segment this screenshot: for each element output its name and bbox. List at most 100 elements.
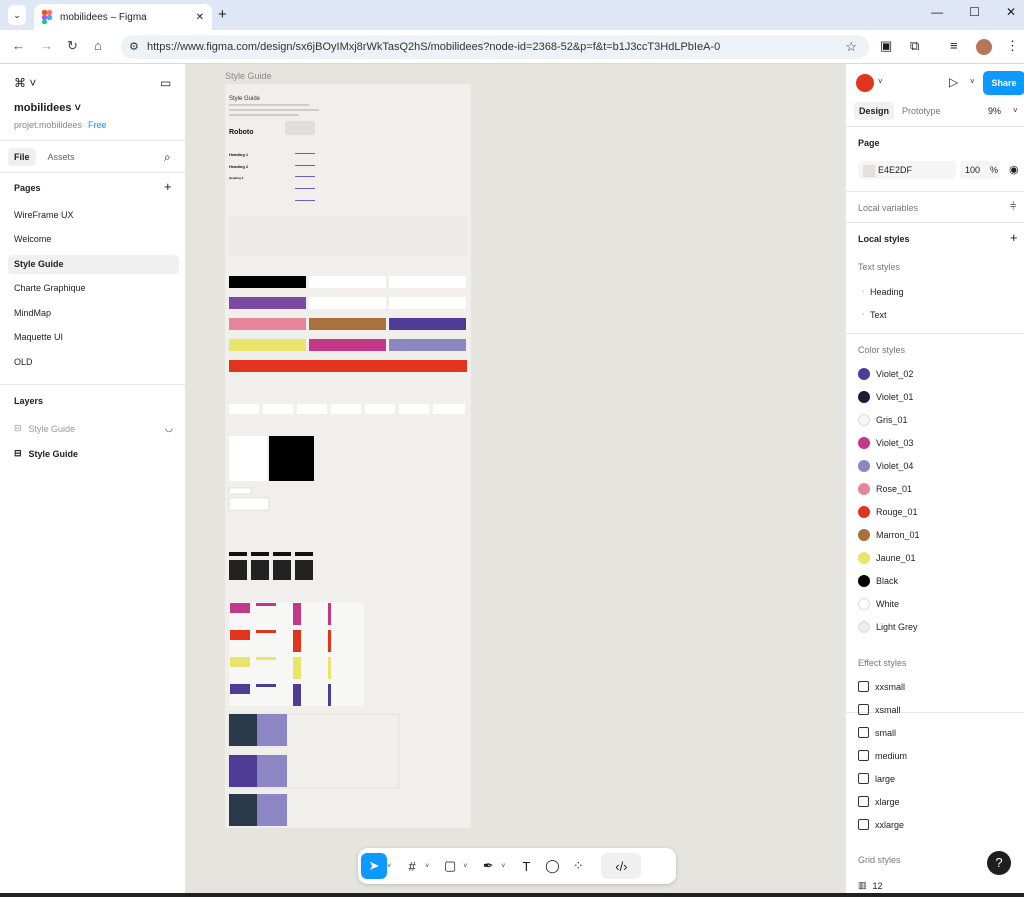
- canvas[interactable]: Style Guide Style Guide Roboto Heading 1…: [186, 64, 845, 893]
- grid-style-item[interactable]: ▥ 12: [858, 880, 883, 891]
- effect-style-item[interactable]: xxlarge: [858, 819, 904, 830]
- url-field[interactable]: ⚙ https://www.figma.com/design/sx6jBOyIM…: [121, 35, 869, 59]
- effect-style-name: xlarge: [875, 796, 900, 807]
- dev-mode-toggle[interactable]: ‹/›: [601, 853, 642, 879]
- color-style-item[interactable]: Violet_01: [858, 391, 913, 403]
- close-window-icon[interactable]: ✕: [1006, 5, 1016, 19]
- color-style-name: Jaune_01: [876, 553, 916, 563]
- color-style-item[interactable]: Violet_02: [858, 368, 913, 380]
- divider: [846, 191, 1024, 192]
- browser-tab[interactable]: mobilidees – Figma ✕: [34, 4, 212, 30]
- project-name[interactable]: mobilidees ˅: [14, 102, 81, 114]
- avatar[interactable]: [976, 39, 992, 55]
- move-tool-icon[interactable]: ➤: [361, 853, 387, 879]
- bookmark-star-icon[interactable]: ☆: [845, 39, 857, 55]
- frame-content: Style Guide Roboto Heading 1 Heading 2 H…: [228, 96, 467, 826]
- frame-label[interactable]: Style Guide: [225, 71, 272, 81]
- page-item[interactable]: Charte Graphique: [8, 279, 179, 298]
- forward-icon[interactable]: →: [40, 38, 53, 53]
- left-sidebar: ⌘ ˅ ▭ mobilidees ˅ projet.mobilidees Free…: [0, 64, 186, 893]
- text-style-item[interactable]: › Text: [862, 310, 887, 320]
- color-style-item[interactable]: Jaune_01: [858, 552, 916, 564]
- variables-icon[interactable]: ⫩: [1010, 201, 1016, 214]
- color-style-item[interactable]: Violet_03: [858, 437, 913, 449]
- tab-list-button[interactable]: ⌄: [8, 5, 26, 25]
- chevron-down-icon[interactable]: ˅: [1013, 106, 1018, 115]
- page-item[interactable]: MindMap: [8, 304, 179, 323]
- frame-icon: ⊟: [14, 423, 22, 433]
- tab-design[interactable]: Design: [854, 102, 895, 120]
- color-swatch: [858, 460, 870, 472]
- page-title: Page: [858, 138, 880, 148]
- page-item[interactable]: Welcome: [8, 230, 179, 249]
- rectangle-tool-icon[interactable]: ▢: [437, 853, 463, 879]
- new-tab-icon[interactable]: +: [218, 6, 227, 23]
- tab-prototype[interactable]: Prototype: [902, 106, 941, 116]
- effect-icon: [858, 727, 869, 738]
- add-style-icon[interactable]: +: [1010, 230, 1018, 245]
- color-style-item[interactable]: Rouge_01: [858, 506, 918, 518]
- color-style-item[interactable]: Marron_01: [858, 529, 920, 541]
- effect-style-item[interactable]: xlarge: [858, 796, 900, 807]
- reload-icon[interactable]: ↻: [67, 38, 78, 54]
- hidden-eye-icon[interactable]: ◡: [165, 423, 173, 434]
- color-style-name: Gris_01: [876, 415, 908, 425]
- effect-style-item[interactable]: xxsmall: [858, 681, 905, 692]
- effect-style-item[interactable]: medium: [858, 750, 907, 761]
- style-guide-frame[interactable]: Style Guide Roboto Heading 1 Heading 2 H…: [225, 84, 471, 828]
- effect-icon: [858, 681, 869, 692]
- effect-style-name: small: [875, 727, 897, 738]
- effect-style-item[interactable]: small: [858, 727, 896, 738]
- color-style-item[interactable]: Violet_04: [858, 460, 913, 472]
- effect-style-item[interactable]: xsmall: [858, 704, 901, 715]
- effect-style-item[interactable]: large: [858, 773, 895, 784]
- heading-sample: Heading 3: [229, 176, 244, 180]
- home-icon[interactable]: ⌂: [94, 38, 102, 53]
- help-button[interactable]: ?: [987, 851, 1011, 875]
- local-variables-label[interactable]: Local variables: [858, 203, 918, 213]
- search-icon[interactable]: ⌕: [164, 150, 171, 165]
- text-style-item[interactable]: › Heading: [862, 287, 904, 297]
- tab-assets[interactable]: Assets: [42, 148, 81, 166]
- chevron-down-icon[interactable]: ˅: [970, 77, 975, 86]
- color-style-item[interactable]: Rose_01: [858, 483, 912, 495]
- share-button[interactable]: Share: [983, 71, 1024, 95]
- close-tab-icon[interactable]: ✕: [196, 12, 204, 23]
- color-style-item[interactable]: Black: [858, 575, 898, 587]
- chevron-down-icon[interactable]: ˅: [878, 77, 883, 86]
- color-swatch: [858, 437, 870, 449]
- page-item[interactable]: WireFrame UX: [8, 206, 179, 225]
- layer-item[interactable]: ⊟ Style Guide: [14, 448, 78, 459]
- tab-title: mobilidees – Figma: [60, 11, 147, 23]
- color-style-item[interactable]: White: [858, 598, 899, 610]
- puzzle-icon[interactable]: ⧉: [910, 38, 919, 54]
- resources-icon[interactable]: ⁘: [565, 853, 591, 879]
- layer-item[interactable]: ⊟ Style Guide: [14, 423, 75, 434]
- zoom-level[interactable]: 9%: [988, 106, 1001, 116]
- media-icon[interactable]: ≡: [950, 38, 958, 53]
- minimize-icon[interactable]: —: [931, 5, 943, 19]
- back-icon[interactable]: ←: [12, 38, 25, 53]
- color-style-item[interactable]: Light Grey: [858, 621, 918, 633]
- more-menu-icon[interactable]: ⋮: [1006, 38, 1019, 54]
- comment-tool-icon[interactable]: ◯: [539, 853, 565, 879]
- page-color-field[interactable]: E4E2DF: [858, 161, 956, 179]
- page-item[interactable]: OLD: [8, 353, 179, 372]
- eye-icon[interactable]: ◉: [1009, 163, 1019, 176]
- page-opacity-field[interactable]: 100%: [960, 161, 1000, 179]
- avatar[interactable]: [856, 74, 874, 92]
- text-tool-icon[interactable]: T: [513, 853, 539, 879]
- panel-toggle-icon[interactable]: ▭: [160, 76, 171, 90]
- play-icon[interactable]: ▷: [949, 75, 958, 89]
- page-item-selected[interactable]: Style Guide: [8, 255, 179, 274]
- maximize-icon[interactable]: ☐: [969, 5, 980, 19]
- frame-tool-icon[interactable]: #: [399, 853, 425, 879]
- add-page-icon[interactable]: +: [164, 179, 172, 194]
- main-menu-icon[interactable]: ⌘ ˅: [14, 76, 36, 90]
- page-item[interactable]: Maquette UI: [8, 328, 179, 347]
- extension-icon[interactable]: ▣: [880, 38, 892, 54]
- tab-file[interactable]: File: [8, 148, 36, 166]
- pen-tool-icon[interactable]: ✒: [475, 853, 501, 879]
- color-style-item[interactable]: Gris_01: [858, 414, 908, 426]
- site-settings-icon[interactable]: ⚙: [129, 40, 139, 53]
